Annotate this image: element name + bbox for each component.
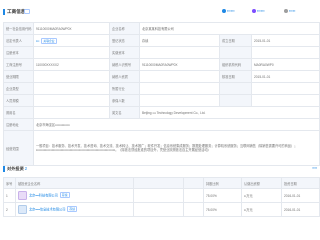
title-accent-bar (3, 9, 5, 15)
label-company-name: 企业名称 (109, 22, 140, 35)
investments-table: 序号 被投资企业名称 持股比例 认缴出资额 投资日期 1 北京▪▪▪科技有限公司… (3, 177, 320, 217)
value-row6-extra (250, 82, 320, 95)
investments-count: 2 (24, 166, 28, 171)
col-date: 投资日期 (281, 177, 320, 189)
label-company-type: 企业类型 (3, 82, 34, 95)
row-amount: ▪▪万元 (241, 188, 282, 203)
value-approval-date: 2015-01-01 (250, 70, 320, 83)
label-taxpayer-qual: 纳税人资质 (109, 70, 140, 83)
label-business-scope: 经营范围 (3, 130, 34, 166)
value-legal-rep: ▪▪▪ 关联企业 (33, 34, 110, 47)
row-c3 (133, 202, 184, 217)
company-link[interactable]: 北京▪▪▪科技有限公司 (29, 193, 58, 197)
label-insured-count: 参保人数 (109, 94, 140, 107)
investments-header: 对外投资2 ▪▪▪▪ (3, 164, 319, 174)
header-link-chart[interactable]: ▪▪▪▪▪▪ (222, 9, 235, 15)
row-company: 北京▪▪▪▪信息技术有限公司 存续 (15, 202, 134, 217)
label-english-name: 英文名 (109, 106, 140, 119)
row-c3 (133, 188, 184, 203)
label-former-name: 曾用名 (3, 106, 34, 119)
value-company-name: 北京某某科技有限公司 (138, 22, 320, 35)
table-row: 2 北京▪▪▪▪信息技术有限公司 存续 75.00% ▪▪万元 2016-01-0… (3, 202, 320, 217)
value-row3-extra (250, 46, 320, 59)
value-staff-size (33, 94, 110, 107)
row-c4 (183, 202, 204, 217)
value-reg-number: 110000XXXXX2 (33, 58, 110, 71)
value-paid-capital (139, 46, 220, 59)
value-status: 存续 (139, 34, 220, 47)
row-index: 1 (3, 188, 16, 203)
label-staff-size: 人员规模 (3, 94, 34, 107)
col-company: 被投资企业名称 (15, 177, 134, 189)
table-row: 1 北京▪▪▪科技有限公司 存续 75.00% ▪▪万元 2016-01-01 (3, 188, 320, 203)
label-credit-code: 统一社会信用代码 (3, 22, 34, 35)
building-icon (252, 9, 256, 14)
value-business-scope: 一般项目：技术服务、技术开发、技术咨询、技术交流、技术转让、技术推广；软件开发；… (32, 130, 320, 166)
value-credit-code: 91110000MA0RA0WP0X (33, 22, 110, 35)
section-title: 工商信息 (7, 9, 26, 14)
row-date: 2016-01-01 (281, 202, 320, 217)
label-row6-extra (219, 82, 252, 95)
row-ratio: 75.00% (203, 188, 242, 203)
col-3 (133, 177, 184, 189)
investments-title: 对外投资2 (7, 166, 28, 171)
value-insured-count (139, 94, 220, 107)
label-founded-date: 成立日期 (219, 34, 252, 47)
value-row7-extra (250, 94, 320, 107)
row-index: 2 (3, 202, 16, 217)
label-address: 注册地址 (3, 118, 34, 131)
value-founded-date: 2015-01-01 (250, 34, 320, 47)
label-reg-number: 工商注册号 (3, 58, 34, 71)
label-industry: 所属行业 (109, 82, 140, 95)
label-business-term: 营业期限 (3, 70, 34, 83)
label-registered-capital: 注册资本 (3, 46, 34, 59)
business-info-table: 统一社会信用代码 91110000MA0RA0WP0X 企业名称 北京某某科技有… (3, 22, 320, 166)
status-badge: 存续 (59, 192, 70, 199)
value-business-term (33, 70, 110, 83)
label-row7-extra (219, 94, 252, 107)
label-row3-extra (219, 46, 252, 59)
col-index: 序号 (3, 177, 16, 189)
col-amount: 认缴出资额 (241, 177, 282, 189)
col-4 (183, 177, 204, 189)
label-status: 登记状态 (109, 34, 140, 47)
info-badge-icon (24, 9, 30, 14)
section-header: 工商信息 ▪▪▪▪▪▪ ▪▪▪▪▪▪ ▪▪▪▪▪ (0, 0, 320, 21)
label-org-code: 组织机构代码 (219, 58, 252, 71)
value-registered-capital (33, 46, 110, 59)
company-logo-icon (18, 191, 27, 200)
col-ratio: 持股比例 (203, 177, 242, 189)
chart-icon (222, 9, 226, 14)
value-taxpayer-qual (139, 70, 220, 83)
header-link-history[interactable]: ▪▪▪▪▪ (284, 9, 295, 15)
label-paid-capital: 实缴资本 (109, 46, 140, 59)
company-link[interactable]: 北京▪▪▪▪信息技术有限公司 (29, 207, 65, 211)
value-address: 北京市海淀区▪▪▪▪▪▪▪▪▪▪▪▪▪ (32, 118, 320, 131)
value-company-type (33, 82, 110, 95)
value-industry (139, 82, 220, 95)
label-tax-id: 纳税人识别号 (109, 58, 140, 71)
history-icon (284, 9, 288, 14)
row-date: 2016-01-01 (281, 188, 320, 203)
row-amount: ▪▪万元 (241, 202, 282, 217)
label-legal-rep: 法定代表人 (3, 34, 34, 47)
legal-rep-link[interactable]: ▪▪▪ (36, 39, 39, 43)
investments-more-link[interactable]: ▪▪▪▪ (312, 166, 317, 170)
company-logo-icon (18, 205, 27, 214)
label-approval-date: 核准日期 (219, 70, 252, 83)
value-former-name (33, 106, 110, 119)
row-company: 北京▪▪▪科技有限公司 存续 (15, 188, 134, 203)
row-c4 (183, 188, 204, 203)
status-badge: 存续 (67, 206, 78, 213)
investments-accent-bar (3, 166, 5, 172)
legal-rep-tag[interactable]: 关联企业 (41, 37, 57, 44)
value-english-name: Beijing ▪▪▪ Technology Development Co., … (138, 106, 320, 119)
value-org-code: MA0RA0WP0 (250, 58, 320, 71)
value-tax-id: 91110000MA0RA0WP0X (139, 58, 220, 71)
row-ratio: 75.00% (203, 202, 242, 217)
header-link-building[interactable]: ▪▪▪▪▪▪ (252, 9, 265, 15)
